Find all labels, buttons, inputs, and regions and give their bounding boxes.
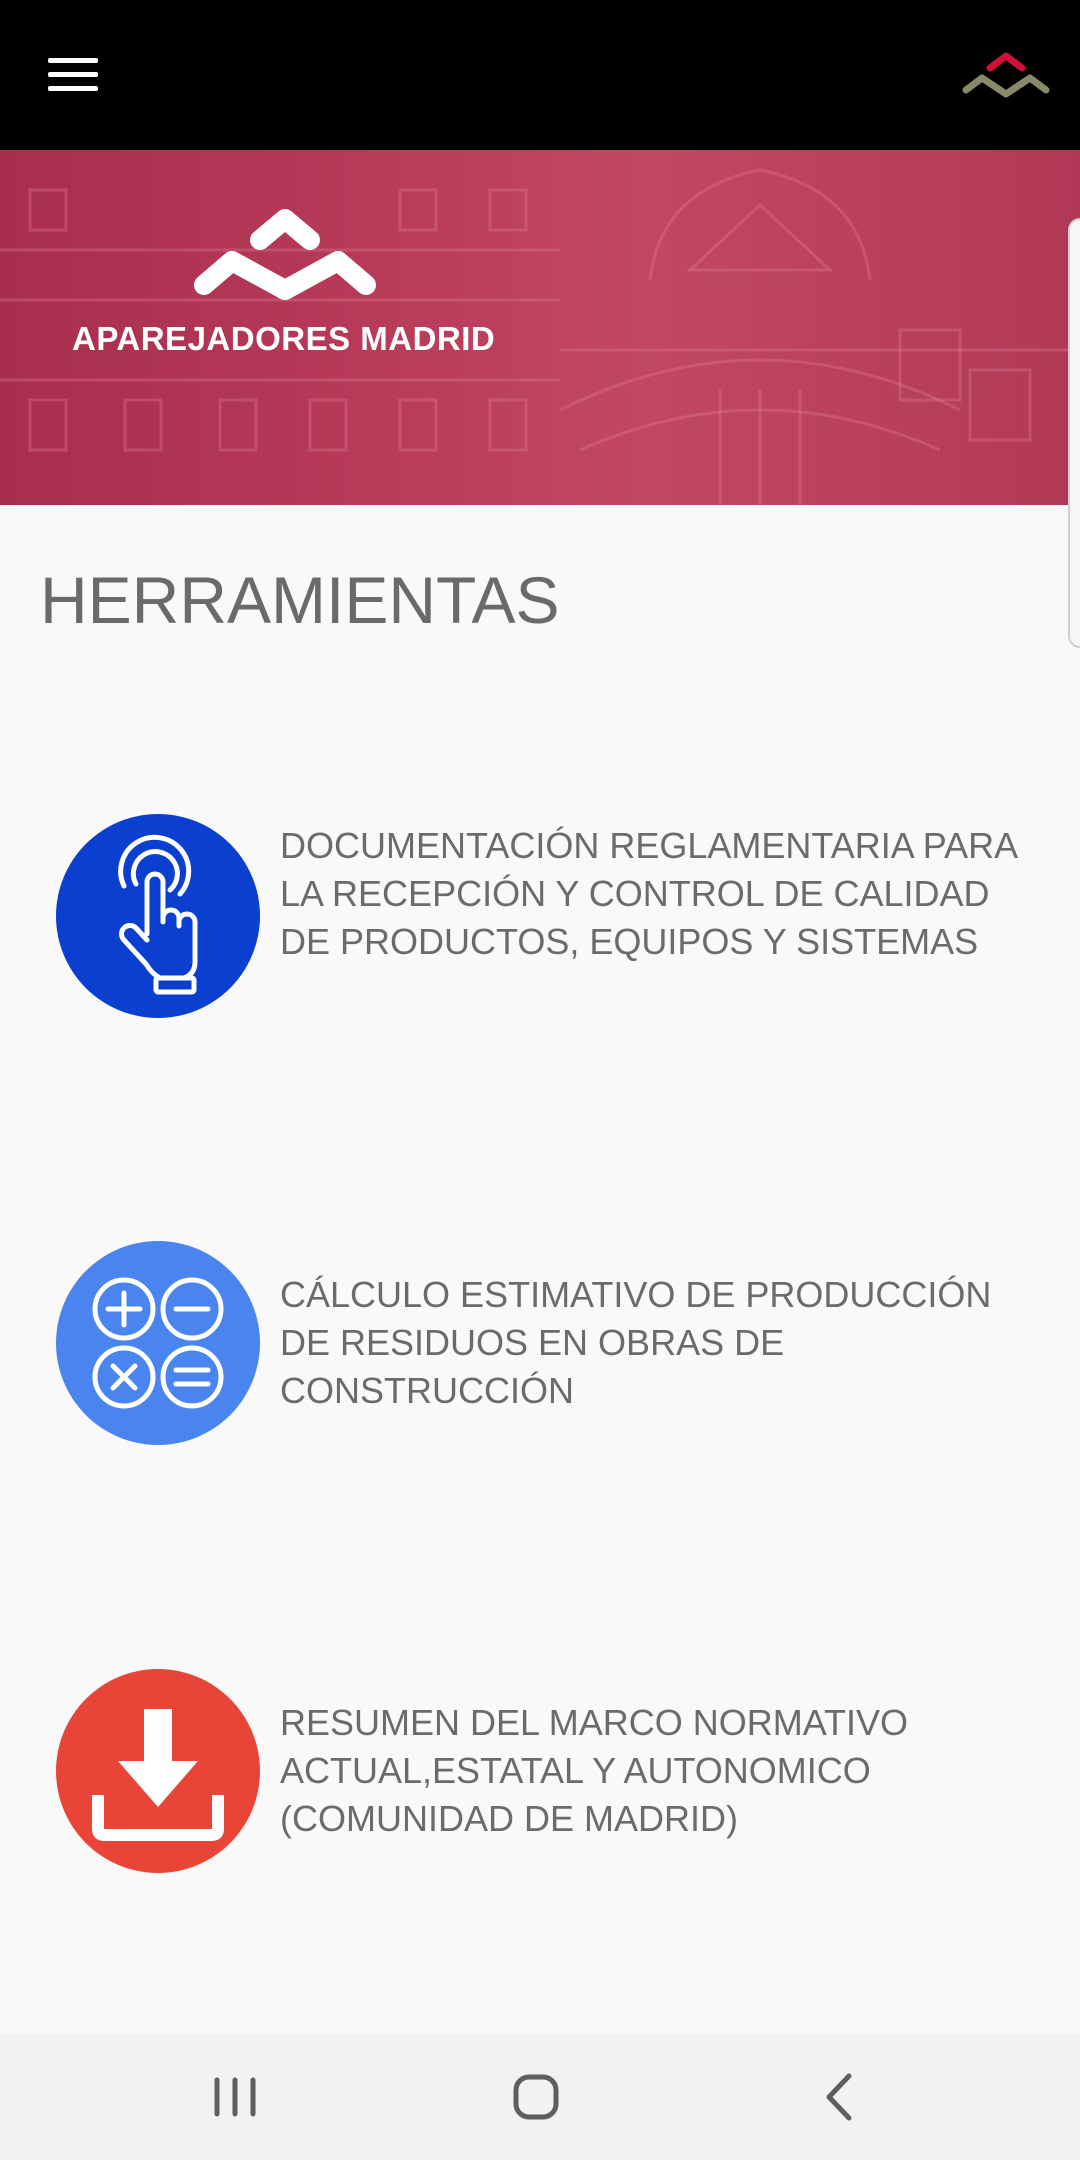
download-icon: [56, 1669, 260, 1873]
touch-hand-icon: [56, 814, 260, 1018]
tool-label: RESUMEN DEL MARCO NORMATIVO ACTUAL,ESTAT…: [280, 1702, 909, 1839]
aparejadores-logo-icon[interactable]: [960, 48, 1052, 104]
home-icon[interactable]: [476, 2062, 596, 2132]
page-title: HERRAMIENTAS: [40, 563, 560, 637]
aparejadores-logo-icon: [194, 209, 376, 300]
tool-item-documentacion[interactable]: DOCUMENTACIÓN REGLAMENTARIA PARA LA RECE…: [56, 814, 1036, 1019]
scroll-indicator[interactable]: [1068, 218, 1080, 648]
tool-item-marco-normativo[interactable]: RESUMEN DEL MARCO NORMATIVO ACTUAL,ESTAT…: [56, 1669, 1036, 1874]
back-icon[interactable]: [779, 2062, 899, 2132]
header-banner: APAREJADORES MADRID: [0, 150, 1080, 505]
tool-label: CÁLCULO ESTIMATIVO DE PRODUCCIÓN DE RESI…: [280, 1274, 992, 1411]
tool-label: DOCUMENTACIÓN REGLAMENTARIA PARA LA RECE…: [280, 825, 1017, 962]
app-bar: [0, 0, 1080, 150]
tool-item-calculo-residuos[interactable]: CÁLCULO ESTIMATIVO DE PRODUCCIÓN DE RESI…: [56, 1241, 1036, 1446]
organization-name: APAREJADORES MADRID: [72, 320, 496, 357]
calculator-operations-icon: [56, 1241, 260, 1445]
recent-apps-icon[interactable]: [175, 2062, 295, 2132]
system-navigation-bar: [0, 2034, 1080, 2160]
hamburger-menu-icon[interactable]: [30, 40, 114, 112]
